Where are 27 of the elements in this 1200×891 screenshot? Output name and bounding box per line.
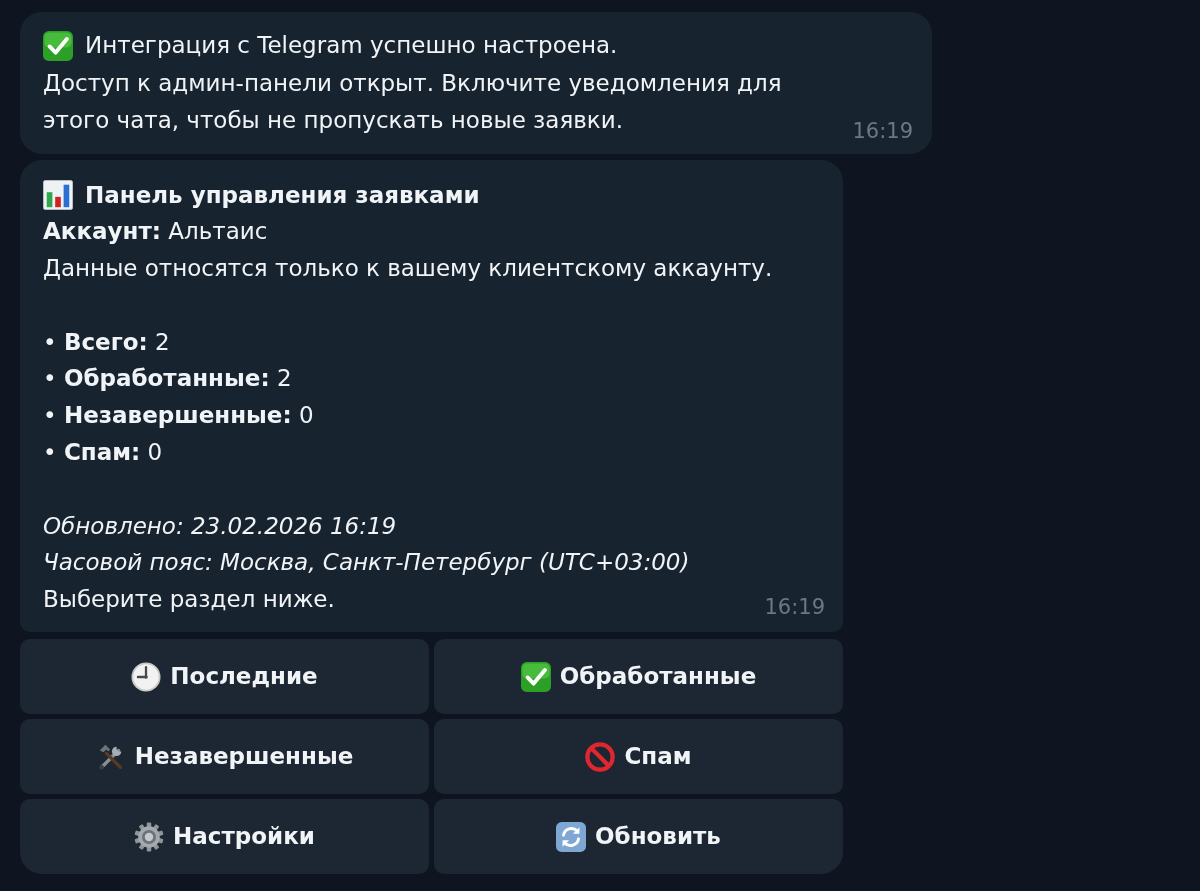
stat-line: • Незавершенные: 0	[43, 401, 314, 431]
message-title: Интеграция с Telegram успешно настроена.	[85, 31, 618, 60]
stat-line: • Всего: 2	[43, 327, 170, 357]
bar-chart-icon	[43, 179, 73, 210]
timezone-line: Часовой пояс: Москва, Санкт-Петербург (UTC+03:00)	[43, 548, 690, 578]
prompt-text: Выберите раздел ниже.	[43, 585, 335, 615]
prohibited-icon	[585, 741, 616, 772]
message-title: Панель управления заявками	[85, 180, 480, 210]
updated-time: Обновлено: 23.02.2026 16:19	[43, 511, 397, 541]
gear-icon	[134, 821, 165, 852]
account-line: Аккаунт: Альтаис	[43, 217, 268, 247]
keyboard-button[interactable]: Обработанные	[434, 639, 843, 715]
refresh-icon	[556, 821, 587, 852]
stat-line: • Обработанные: 2	[43, 364, 292, 394]
keyboard-button[interactable]: Обновить	[434, 799, 843, 875]
check-mark-icon	[520, 661, 551, 692]
check-mark-icon	[43, 30, 73, 61]
scope-note: Данные относятся только к вашему клиентскому аккаунту.	[43, 254, 773, 284]
message-time: 16:19	[852, 117, 913, 144]
message-time: 16:19	[764, 594, 825, 621]
clock-icon	[131, 661, 162, 692]
keyboard-button[interactable]: Настройки	[20, 799, 429, 875]
message-text: Доступ к админ-панели открыт. Включите уведомления для этого чата, чтобы не пропускать новые заявки.	[43, 68, 783, 135]
stat-line: • Спам: 0	[43, 438, 163, 468]
keyboard-button[interactable]: Спам	[434, 719, 843, 795]
keyboard-button[interactable]: Незавершенные	[20, 719, 429, 795]
keyboard-button[interactable]: Последние	[20, 639, 429, 715]
